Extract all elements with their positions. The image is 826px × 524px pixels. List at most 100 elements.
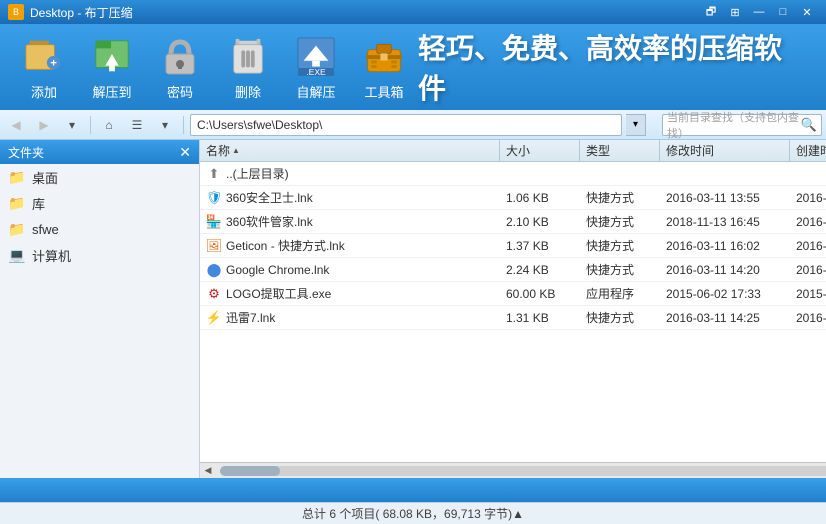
file-icon-2: 🏪: [206, 214, 222, 230]
file-name-text-3: Geticon - 快捷方式.lnk: [226, 237, 345, 254]
file-name-text-5: LOGO提取工具.exe: [226, 285, 331, 302]
file-modified-6: 2016-03-11 14:25: [660, 311, 790, 325]
toolbox-icon: [364, 33, 404, 80]
file-name-4: ⬤Google Chrome.lnk: [200, 262, 500, 278]
file-created-3: 2016-03-1: [790, 239, 826, 253]
table-row[interactable]: 🛡360安全卫士.lnk 1.06 KB快捷方式2016-03-11 13:552…: [200, 186, 826, 210]
sidebar-header: 文件夹 ✕: [0, 140, 199, 164]
sidebar-item-0[interactable]: 📁桌面: [0, 164, 199, 190]
file-type-1: 快捷方式: [580, 189, 660, 206]
delete-button[interactable]: 删除: [214, 29, 282, 105]
hscroll-track[interactable]: [220, 466, 826, 476]
hscroll-left-button[interactable]: ◀: [200, 463, 216, 479]
view-dropdown-button[interactable]: ▾: [153, 114, 177, 136]
table-row[interactable]: ⚙LOGO提取工具.exe60.00 KB应用程序2015-06-02 17:3…: [200, 282, 826, 306]
path-text: C:\Users\sfwe\Desktop\: [197, 118, 322, 132]
password-icon: [160, 33, 200, 80]
file-size-2: 2.10 KB: [500, 215, 580, 229]
add-label: 添加: [31, 82, 57, 101]
file-name-text-6: 迅雷7.lnk: [226, 309, 275, 326]
svg-text:+: +: [50, 57, 57, 69]
toolbox-button[interactable]: 工具箱: [350, 29, 418, 105]
search-bar[interactable]: 当前目录查找（支持包内查找） 🔍: [662, 114, 822, 136]
main-area: 文件夹 ✕ 📁桌面📁库📁sfwe💻计算机 名称 ▲ 大小 类型 修改时间 创建时…: [0, 140, 826, 478]
file-created-1: 2016-03-1: [790, 191, 826, 205]
col-header-name[interactable]: 名称 ▲: [200, 140, 500, 161]
file-size-5: 60.00 KB: [500, 287, 580, 301]
search-icon[interactable]: 🔍: [801, 117, 817, 133]
app-icon: B: [8, 4, 24, 20]
minimize-button[interactable]: —: [748, 3, 770, 21]
tiles-button[interactable]: ⊞: [724, 3, 746, 21]
path-dropdown-button[interactable]: ▾: [626, 114, 646, 136]
sidebar-title: 文件夹: [8, 144, 44, 161]
delete-icon: [228, 33, 268, 80]
file-type-6: 快捷方式: [580, 309, 660, 326]
sidebar-close-button[interactable]: ✕: [179, 144, 191, 161]
file-type-5: 应用程序: [580, 285, 660, 302]
file-created-2: 2016-03-1: [790, 215, 826, 229]
file-name-text-4: Google Chrome.lnk: [226, 263, 329, 277]
file-icon-6: ⚡: [206, 310, 222, 326]
sidebar-item-icon-1: 📁: [8, 194, 26, 212]
back-button[interactable]: ◀: [4, 114, 28, 136]
file-modified-1: 2016-03-11 13:55: [660, 191, 790, 205]
col-header-type[interactable]: 类型: [580, 140, 660, 161]
file-modified-3: 2016-03-11 16:02: [660, 239, 790, 253]
file-size-1: 1.06 KB: [500, 191, 580, 205]
table-row[interactable]: ⬆..(上层目录): [200, 162, 826, 186]
sidebar-item-2[interactable]: 📁sfwe: [0, 216, 199, 242]
file-modified-4: 2016-03-11 14:20: [660, 263, 790, 277]
self-extract-icon: .EXE: [296, 33, 336, 80]
file-type-4: 快捷方式: [580, 261, 660, 278]
add-button[interactable]: + 添加: [10, 29, 78, 105]
path-bar[interactable]: C:\Users\sfwe\Desktop\: [190, 114, 622, 136]
sidebar-item-3[interactable]: 💻计算机: [0, 242, 199, 268]
sidebar-item-label-1: 库: [32, 194, 45, 213]
table-row[interactable]: 🏪360软件管家.lnk2.10 KB快捷方式2018-11-13 16:452…: [200, 210, 826, 234]
file-created-6: 2016-03-1: [790, 311, 826, 325]
sidebar-item-label-3: 计算机: [32, 246, 71, 265]
sidebar-item-icon-0: 📁: [8, 168, 26, 186]
file-name-text-1: 360安全卫士.lnk: [226, 189, 313, 206]
table-row[interactable]: 🖼Geticon - 快捷方式.lnk1.37 KB快捷方式2016-03-11…: [200, 234, 826, 258]
hscroll-thumb[interactable]: [220, 466, 280, 476]
file-modified-5: 2015-06-02 17:33: [660, 287, 790, 301]
file-icon-1: 🛡: [206, 190, 222, 206]
view-list-button[interactable]: ☰: [125, 114, 149, 136]
title-bar: B Desktop - 布丁压缩 🗗 ⊞ — □ ✕: [0, 0, 826, 24]
col-header-size[interactable]: 大小: [500, 140, 580, 161]
file-icon-3: 🖼: [206, 238, 222, 254]
bottom-bar: 总计 6 个项目( 68.08 KB，69,713 字节) ▲: [0, 502, 826, 524]
file-list-header: 名称 ▲ 大小 类型 修改时间 创建时间: [200, 140, 826, 162]
file-name-0: ⬆..(上层目录): [200, 165, 500, 182]
home-button[interactable]: ⌂: [97, 114, 121, 136]
password-button[interactable]: 密码: [146, 29, 214, 105]
forward-button[interactable]: ▶: [32, 114, 56, 136]
table-row[interactable]: ⚡迅雷7.lnk1.31 KB快捷方式2016-03-11 14:252016-…: [200, 306, 826, 330]
file-name-text-2: 360软件管家.lnk: [226, 213, 313, 230]
hscroll-bar: ◀ ▶: [200, 462, 826, 478]
extract-icon: [92, 33, 132, 80]
search-placeholder: 当前目录查找（支持包内查找）: [667, 109, 801, 141]
col-header-modified[interactable]: 修改时间: [660, 140, 790, 161]
bottom-status: 总计 6 个项目( 68.08 KB，69,713 字节): [302, 505, 512, 522]
table-row[interactable]: ⬤Google Chrome.lnk2.24 KB快捷方式2016-03-11 …: [200, 258, 826, 282]
close-button[interactable]: ✕: [796, 3, 818, 21]
file-name-3: 🖼Geticon - 快捷方式.lnk: [200, 237, 500, 254]
self-extract-label: 自解压: [296, 82, 335, 101]
brand-text: 轻巧、免费、高效率的压缩软件: [418, 27, 806, 107]
file-size-4: 2.24 KB: [500, 263, 580, 277]
extract-button[interactable]: 解压到: [78, 29, 146, 105]
status-bar: [0, 478, 826, 502]
brand-area: 轻巧、免费、高效率的压缩软件: [418, 27, 816, 107]
sidebar-item-1[interactable]: 📁库: [0, 190, 199, 216]
self-extract-button[interactable]: .EXE 自解压: [282, 29, 350, 105]
col-header-created[interactable]: 创建时间: [790, 140, 826, 161]
delete-label: 删除: [235, 82, 261, 101]
status-arrow-button[interactable]: ▲: [512, 507, 524, 521]
restore-button[interactable]: 🗗: [700, 3, 722, 21]
nav-separator-1: [90, 116, 91, 134]
maximize-button[interactable]: □: [772, 3, 794, 21]
nav-dropdown-button[interactable]: ▾: [60, 114, 84, 136]
